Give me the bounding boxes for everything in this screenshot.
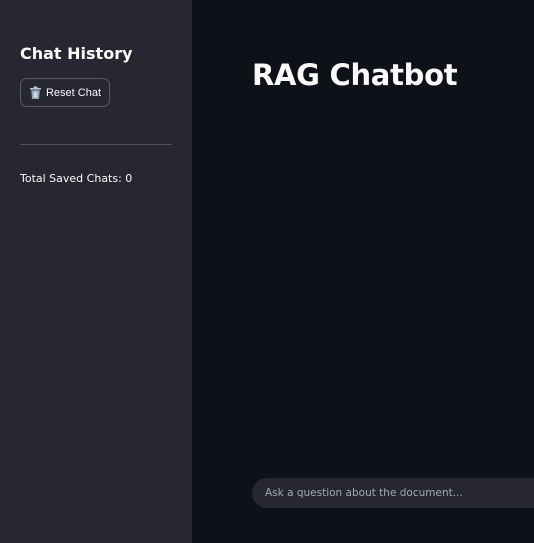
sidebar-title: Chat History	[20, 44, 133, 63]
reset-chat-button[interactable]: Reset Chat	[20, 78, 110, 107]
reset-chat-label: Reset Chat	[45, 86, 102, 99]
sidebar: Chat History Reset Chat Total Saved Chat…	[0, 0, 192, 543]
page-title: RAG Chatbot	[252, 58, 458, 92]
chat-input-container	[252, 478, 534, 508]
app-window: Chat History Reset Chat Total Saved Chat…	[0, 0, 534, 543]
sidebar-divider	[20, 144, 172, 145]
saved-chats-count: Total Saved Chats: 0	[20, 172, 133, 185]
chat-input[interactable]	[265, 478, 534, 508]
trash-icon	[29, 86, 42, 100]
